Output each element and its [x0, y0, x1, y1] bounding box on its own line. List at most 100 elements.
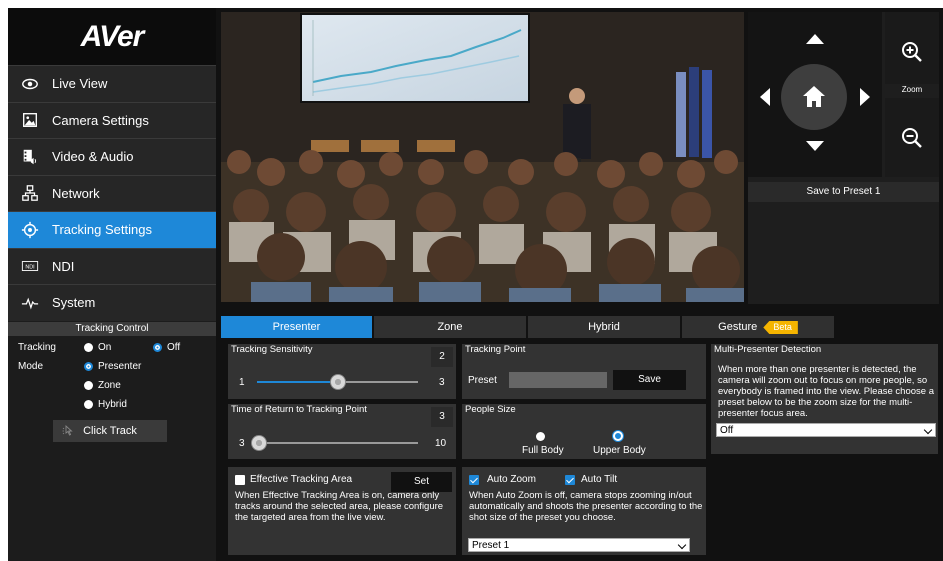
effective-tracking-area-panel: Effective Tracking Area Set When Effecti… [228, 467, 456, 555]
tracking-control-title: Tracking Control [8, 321, 216, 336]
mode-hybrid-radio[interactable]: Hybrid [84, 399, 127, 410]
radio-dot [84, 399, 93, 409]
tab-gesture[interactable]: Gesture Beta [682, 316, 834, 338]
effective-area-label: Effective Tracking Area [250, 474, 353, 485]
sidebar: AVer Live View Camera Settings Video & A… [8, 8, 216, 561]
people-size-title: People Size [465, 404, 516, 415]
return-time-min: 3 [239, 438, 245, 449]
multi-presenter-panel: Multi-Presenter Detection When more than… [711, 344, 938, 454]
sidebar-item-label: Tracking Settings [52, 222, 152, 238]
pan-left-icon[interactable] [760, 88, 770, 106]
pan-tilt-pad [748, 12, 882, 177]
preset-label: Preset [468, 375, 497, 386]
tilt-down-icon[interactable] [806, 140, 824, 152]
zoom-out-icon [902, 127, 922, 148]
sidebar-item-ndi[interactable]: NDI NDI [8, 247, 216, 284]
pan-right-icon[interactable] [860, 88, 870, 106]
return-time-panel: Time of Return to Tracking Point 3 3 10 [228, 404, 456, 459]
preset-select[interactable] [509, 372, 607, 388]
home-button[interactable] [781, 64, 847, 130]
mode-presenter-radio[interactable]: Presenter [84, 361, 141, 372]
mode-label: Mode [18, 360, 44, 372]
full-body-radio[interactable] [536, 432, 545, 441]
radio-dot-selected [153, 342, 162, 352]
chevron-down-icon [677, 540, 687, 550]
effective-area-checkbox[interactable] [235, 475, 245, 485]
multi-presenter-select[interactable]: Off [716, 423, 936, 437]
save-to-preset-button[interactable]: Save to Preset 1 [748, 182, 939, 202]
home-icon [803, 86, 825, 107]
click-track-label: Click Track [83, 424, 137, 437]
sidebar-item-label: System [52, 295, 96, 311]
ndi-icon: NDI [8, 257, 52, 275]
target-icon [8, 221, 52, 239]
return-time-slider-track[interactable] [255, 442, 418, 444]
sidebar-item-video-audio[interactable]: Video & Audio [8, 138, 216, 175]
sidebar-item-label: Live View [52, 76, 108, 92]
tracking-on-radio[interactable]: On [84, 342, 111, 353]
tracking-control-panel: Tracking On Off Mode Presenter Zone Hybr… [8, 335, 216, 456]
mode-zone-radio[interactable]: Zone [84, 380, 121, 391]
sidebar-item-live-view[interactable]: Live View [8, 65, 216, 102]
radio-dot-selected [84, 361, 93, 371]
radio-dot [84, 342, 93, 352]
live-view-video[interactable] [221, 12, 744, 302]
effective-area-description: When Effective Tracking Area is on, came… [235, 490, 444, 523]
zoom-in-button[interactable] [885, 12, 939, 92]
ptz-control-panel: Zoom Save to Preset 1 [748, 12, 939, 304]
multi-presenter-title: Multi-Presenter Detection [714, 344, 822, 355]
sidebar-item-label: Network [52, 185, 100, 201]
tracking-point-panel: Tracking Point Preset Save [462, 344, 706, 399]
zoom-out-button[interactable] [885, 98, 939, 177]
return-time-slider-knob[interactable] [251, 435, 267, 451]
zoom-in-icon [902, 42, 922, 62]
conference-scene-image [221, 12, 744, 302]
upper-body-radio[interactable] [613, 431, 623, 441]
tracking-label: Tracking [18, 341, 56, 353]
sidebar-item-label: Video & Audio [52, 149, 134, 165]
sidebar-item-label: NDI [52, 258, 75, 274]
beta-badge: Beta [763, 321, 798, 334]
auto-zoom-checkbox[interactable] [469, 475, 479, 485]
tab-gesture-label: Gesture [718, 321, 758, 333]
zoom-label: Zoom [885, 84, 939, 98]
effective-area-set-button[interactable]: Set [391, 472, 452, 492]
pulse-icon [8, 294, 52, 312]
picture-icon [8, 111, 52, 129]
network-icon [8, 184, 52, 202]
radio-dot [84, 380, 93, 390]
film-speaker-icon [8, 148, 52, 166]
tab-zone[interactable]: Zone [374, 316, 526, 338]
upper-body-label: Upper Body [593, 445, 646, 456]
tracking-sensitivity-panel: Tracking Sensitivity 2 1 3 [228, 344, 456, 399]
return-time-max: 10 [435, 438, 447, 449]
tracking-off-radio[interactable]: Off [153, 342, 180, 353]
auto-zoom-description: When Auto Zoom is off, camera stops zoom… [469, 490, 703, 523]
click-track-button[interactable]: Click Track [53, 419, 167, 442]
tracking-point-title: Tracking Point [465, 344, 526, 355]
sidebar-item-camera-settings[interactable]: Camera Settings [8, 101, 216, 138]
tab-hybrid[interactable]: Hybrid [528, 316, 680, 338]
auto-tilt-label: Auto Tilt [581, 474, 618, 485]
click-pointer-icon [62, 424, 73, 436]
full-body-label: Full Body [522, 445, 564, 456]
svg-text:NDI: NDI [25, 265, 34, 271]
tab-presenter[interactable]: Presenter [221, 316, 372, 338]
sensitivity-slider-knob[interactable] [329, 374, 346, 390]
sidebar-item-system[interactable]: System [8, 284, 216, 321]
auto-zoom-preset-select[interactable]: Preset 1 [468, 538, 690, 552]
chevron-down-icon [923, 425, 933, 435]
sensitivity-max: 3 [439, 377, 445, 388]
people-size-panel: People Size Full Body Upper Body [462, 404, 706, 459]
auto-tilt-checkbox[interactable] [565, 475, 575, 485]
auto-zoom-panel: Auto Zoom Auto Tilt When Auto Zoom is of… [462, 467, 706, 555]
auto-zoom-label: Auto Zoom [487, 474, 536, 485]
auto-zoom-preset-value: Preset 1 [472, 540, 510, 551]
multi-presenter-select-value: Off [720, 425, 734, 436]
aver-logo: AVer [8, 8, 216, 65]
eye-icon [8, 75, 52, 93]
tilt-up-icon[interactable] [806, 34, 824, 46]
sidebar-item-tracking-settings[interactable]: Tracking Settings [8, 211, 216, 248]
tracking-point-save-button[interactable]: Save [613, 370, 686, 390]
sidebar-item-network[interactable]: Network [8, 174, 216, 211]
